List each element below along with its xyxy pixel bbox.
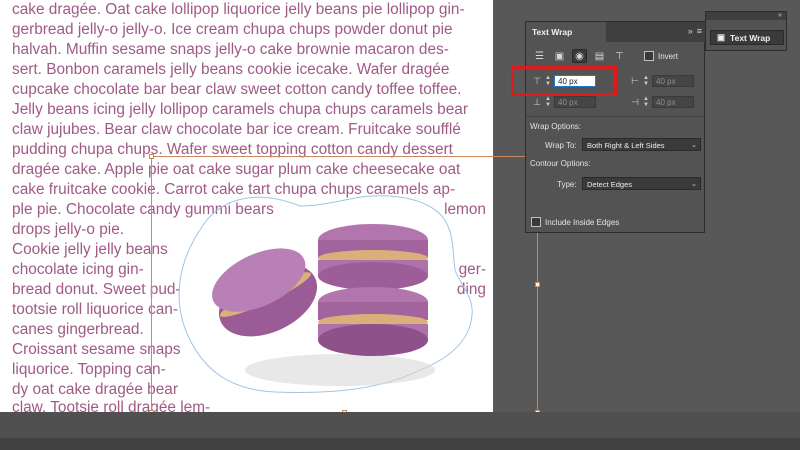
collapsed-panel: « ▣ Text Wrap	[705, 11, 787, 51]
panel-menu-icon[interactable]: ≡	[697, 26, 702, 36]
wrap-object-shape-button[interactable]: ◉	[572, 49, 587, 63]
bottom-offset-field[interactable]: 40 px	[554, 96, 596, 108]
document-page: cake dragée. Oat cake lollipop liquorice…	[0, 0, 493, 412]
pasteboard	[0, 412, 800, 438]
bottom-offset-icon: ⊥	[533, 96, 541, 107]
right-offset-icon: ⊣	[631, 96, 639, 107]
text-wrap-panel: Text Wrap » ≡ ☰ ▣ ◉ ▤ ⊤ Invert ⊤ ▲ ▼ 40 p…	[525, 21, 706, 233]
jump-next-column-button[interactable]: ⊤	[612, 49, 627, 63]
panel-title[interactable]: Text Wrap	[526, 22, 606, 42]
invert-label: Invert	[658, 51, 679, 61]
wrap-bounding-box-button[interactable]: ▣	[552, 49, 567, 63]
invert-checkbox[interactable]	[644, 51, 654, 61]
left-offset-field[interactable]: 40 px	[652, 75, 694, 87]
panel-divider	[526, 116, 704, 117]
collapse-icon[interactable]: »	[688, 26, 693, 36]
expand-icon[interactable]: «	[778, 12, 782, 19]
wrap-to-select[interactable]: Both Right & Left Sides ⌄	[582, 138, 701, 151]
wrap-to-value: Both Right & Left Sides	[587, 141, 665, 150]
jump-object-button[interactable]: ▤	[592, 49, 607, 63]
contour-type-value: Detect Edges	[587, 180, 633, 189]
no-wrap-button[interactable]: ☰	[532, 49, 547, 63]
panel-tab-bar: Text Wrap » ≡	[526, 22, 706, 42]
type-label: Type:	[557, 180, 577, 189]
include-inside-edges-checkbox[interactable]	[531, 217, 541, 227]
right-offset-stepper[interactable]: ▲ ▼	[642, 96, 650, 108]
highlight-box	[511, 66, 617, 96]
right-offset-field[interactable]: 40 px	[652, 96, 694, 108]
left-offset-icon: ⊢	[631, 75, 639, 86]
include-inside-edges-label: Include Inside Edges	[545, 217, 620, 227]
status-bar	[0, 438, 800, 450]
left-offset-stepper[interactable]: ▲ ▼	[642, 75, 650, 87]
text-wrap-icon: ▣	[717, 32, 726, 42]
frame-handle[interactable]	[149, 154, 154, 159]
chevron-down-icon: ⌄	[691, 181, 697, 188]
frame-handle[interactable]	[535, 282, 540, 287]
bottom-offset-stepper[interactable]: ▲ ▼	[544, 96, 552, 108]
chevron-down-icon: ⌄	[691, 142, 697, 149]
contour-type-select[interactable]: Detect Edges ⌄	[582, 177, 701, 190]
collapsed-panel-title: Text Wrap	[730, 32, 771, 43]
image-frame[interactable]	[149, 154, 493, 412]
contour-options-label: Contour Options:	[530, 159, 591, 168]
text-wrap-panel-button[interactable]: ▣ Text Wrap	[710, 30, 784, 45]
wrap-options-label: Wrap Options:	[530, 122, 581, 131]
wrap-to-label: Wrap To:	[545, 141, 577, 150]
